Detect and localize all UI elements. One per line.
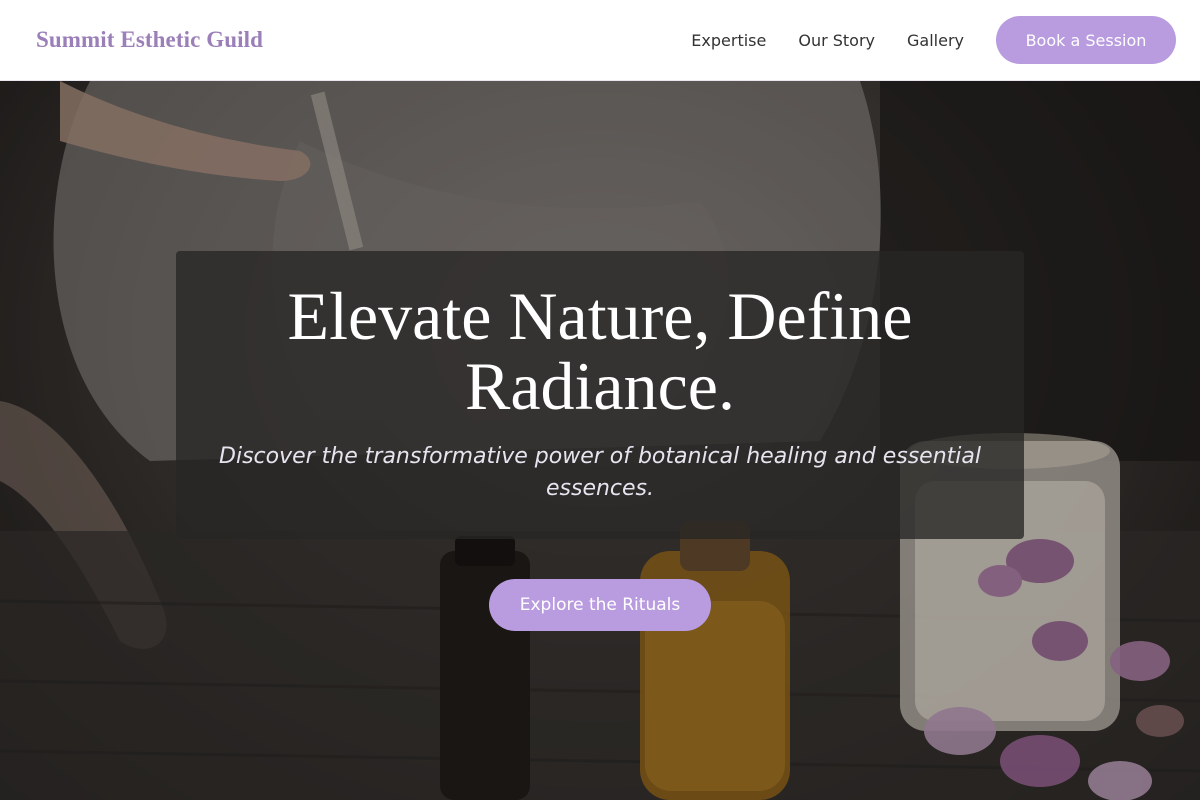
- nav-link-gallery[interactable]: Gallery: [907, 31, 964, 50]
- explore-rituals-button[interactable]: Explore the Rituals: [489, 579, 711, 631]
- main-nav: Expertise Our Story Gallery Book a Sessi…: [691, 16, 1176, 64]
- hero-text-panel: Elevate Nature, Define Radiance. Discove…: [176, 251, 1024, 539]
- hero-title: Elevate Nature, Define Radiance.: [287, 278, 913, 424]
- nav-link-our-story[interactable]: Our Story: [798, 31, 875, 50]
- top-navbar: Summit Esthetic Guild Expertise Our Stor…: [0, 0, 1200, 81]
- nav-link-expertise[interactable]: Expertise: [691, 31, 766, 50]
- hero-section: Elevate Nature, Define Radiance. Discove…: [0, 81, 1200, 800]
- brand-logo[interactable]: Summit Esthetic Guild: [36, 27, 263, 53]
- hero-subtitle: Discover the transformative power of bot…: [219, 444, 981, 501]
- book-session-button[interactable]: Book a Session: [996, 16, 1176, 64]
